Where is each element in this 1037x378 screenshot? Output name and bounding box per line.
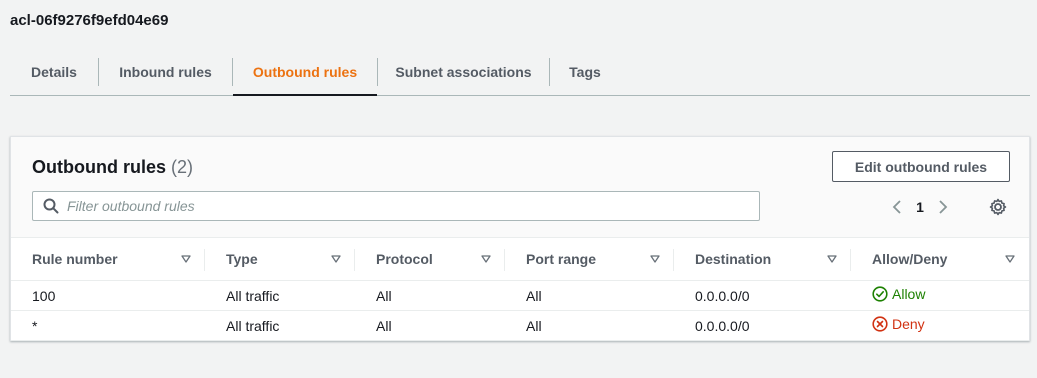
deny-label: Deny	[892, 316, 925, 332]
column-header-type[interactable]: Type	[205, 237, 355, 281]
cell-type: All traffic	[205, 310, 355, 341]
filter-box	[32, 191, 760, 221]
sort-down-icon[interactable]	[331, 255, 341, 263]
rule-count: (2)	[171, 157, 194, 177]
cell-type: All traffic	[205, 280, 355, 311]
column-label: Port range	[526, 251, 597, 267]
cell-allow-deny: Allow	[851, 280, 1029, 311]
column-label: Protocol	[376, 251, 433, 267]
sort-down-icon[interactable]	[181, 255, 191, 263]
edit-outbound-rules-button[interactable]: Edit outbound rules	[832, 151, 1010, 182]
column-header-port-range[interactable]: Port range	[505, 237, 674, 281]
chevron-right-icon[interactable]	[933, 197, 953, 217]
rules-table: Rule number Type Protocol Port range Des…	[11, 237, 1029, 341]
column-label: Type	[226, 251, 258, 267]
tab-outbound-rules[interactable]: Outbound rules	[233, 48, 377, 96]
allow-status: Allow	[872, 286, 925, 302]
sort-down-icon[interactable]	[650, 255, 660, 263]
table-header-row: Rule number Type Protocol Port range Des…	[11, 237, 1029, 281]
cell-rule-number: 100	[11, 280, 205, 311]
panel-title-text: Outbound rules	[32, 157, 166, 177]
tab-tags[interactable]: Tags	[550, 48, 620, 95]
cell-rule-number: *	[11, 310, 205, 341]
cell-destination: 0.0.0.0/0	[674, 280, 851, 311]
pagination: 1	[887, 197, 953, 217]
gear-icon[interactable]	[988, 197, 1008, 217]
x-circle-icon	[872, 316, 888, 332]
current-page[interactable]: 1	[911, 199, 929, 215]
column-header-allow-deny[interactable]: Allow/Deny	[851, 237, 1029, 281]
column-label: Destination	[695, 251, 772, 267]
check-circle-icon	[872, 286, 888, 302]
sort-down-icon[interactable]	[1005, 255, 1015, 263]
table-row: 100 All traffic All All 0.0.0.0/0 Allow	[11, 280, 1029, 311]
search-icon	[43, 198, 59, 214]
outbound-rules-panel: Outbound rules (2) Edit outbound rules 1	[10, 136, 1030, 341]
tab-bar: Details Inbound rules Outbound rules Sub…	[10, 48, 1030, 96]
column-label: Rule number	[32, 251, 118, 267]
column-label: Allow/Deny	[872, 251, 948, 267]
cell-allow-deny: Deny	[851, 310, 1029, 341]
cell-protocol: All	[355, 280, 505, 311]
tab-details[interactable]: Details	[10, 48, 98, 95]
chevron-left-icon[interactable]	[887, 197, 907, 217]
deny-status: Deny	[872, 316, 925, 332]
page-title: acl-06f9276f9efd04e69	[10, 12, 169, 29]
column-header-destination[interactable]: Destination	[674, 237, 851, 281]
tab-subnet-associations[interactable]: Subnet associations	[378, 48, 549, 95]
table-row: * All traffic All All 0.0.0.0/0 Deny	[11, 310, 1029, 341]
sort-down-icon[interactable]	[481, 255, 491, 263]
filter-input[interactable]	[67, 193, 747, 219]
tab-inbound-rules[interactable]: Inbound rules	[99, 48, 232, 95]
cell-protocol: All	[355, 310, 505, 341]
column-header-rule-number[interactable]: Rule number	[11, 237, 205, 281]
sort-down-icon[interactable]	[827, 255, 837, 263]
panel-title: Outbound rules (2)	[32, 157, 193, 178]
panel-header: Outbound rules (2) Edit outbound rules 1	[11, 137, 1029, 237]
allow-label: Allow	[892, 286, 926, 302]
cell-destination: 0.0.0.0/0	[674, 310, 851, 341]
cell-port-range: All	[505, 310, 674, 341]
column-header-protocol[interactable]: Protocol	[355, 237, 505, 281]
cell-port-range: All	[505, 280, 674, 311]
